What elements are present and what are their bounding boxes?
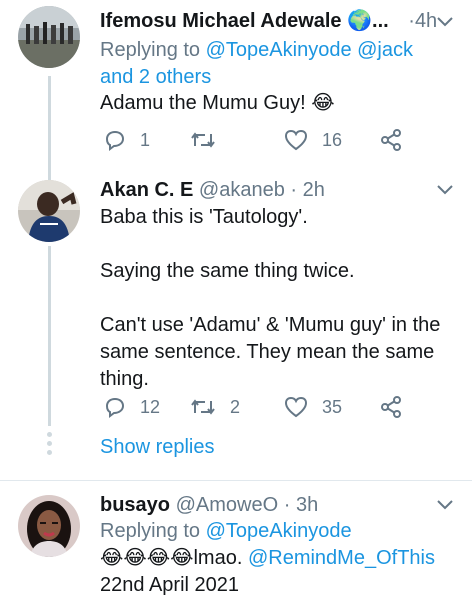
like-button[interactable]: 35 <box>284 394 342 420</box>
reply-button[interactable]: 1 <box>104 127 150 153</box>
tweet-1[interactable]: Ifemosu Michael Adewale 🌍... ·4h Replyin… <box>0 0 472 166</box>
tweet-line: 22nd April 2021 <box>100 574 240 596</box>
like-button[interactable]: 16 <box>284 127 342 153</box>
tweet-text-plain: lmao. <box>193 547 248 569</box>
display-name[interactable]: Akan C. E <box>100 179 193 201</box>
timestamp[interactable]: 3h <box>296 494 318 516</box>
reply-icon <box>105 397 125 418</box>
mention-link[interactable]: @RemindMe_OfThis <box>248 547 435 569</box>
show-replies-link[interactable]: Show replies <box>100 436 215 459</box>
share-button[interactable] <box>380 127 402 153</box>
tweet-actions: 1 16 <box>100 127 430 153</box>
separator-dot: · <box>408 10 415 32</box>
avatar[interactable] <box>18 180 80 242</box>
tweet-header: Ifemosu Michael Adewale 🌍... ·4h <box>100 9 454 33</box>
avatar[interactable] <box>18 6 80 68</box>
display-name[interactable]: Ifemosu Michael Adewale <box>100 10 342 32</box>
retweet-icon <box>191 399 215 415</box>
share-button[interactable] <box>380 394 402 420</box>
thread-line <box>48 166 51 180</box>
share-icon <box>381 396 401 418</box>
user-handle[interactable]: @AmoweO <box>176 494 279 516</box>
tweet-3[interactable]: busayo @AmoweO · 3h Replying to @TopeAki… <box>0 481 472 603</box>
like-count: 35 <box>322 396 343 417</box>
thread-line <box>48 76 51 166</box>
tweet-line: thing. <box>100 368 149 390</box>
retweet-icon <box>191 132 215 148</box>
tweet-text: Adamu the Mumu Guy! 😂 <box>100 92 335 114</box>
tweet-text: Baba this is 'Tautology'. Saying the sam… <box>100 204 448 393</box>
replying-to: Replying to @TopeAkinyode @jack and 2 ot… <box>100 39 413 88</box>
separator-dot: · <box>290 179 298 201</box>
reply-count: 12 <box>140 396 161 417</box>
reply-button[interactable]: 12 <box>104 394 160 420</box>
tweet-line: same sentence. They mean the same <box>100 341 435 363</box>
timestamp[interactable]: 2h <box>303 179 325 201</box>
retweet-button[interactable]: 2 <box>190 394 240 420</box>
like-icon <box>284 129 308 151</box>
share-icon <box>381 129 401 151</box>
user-handle[interactable]: @akaneb <box>199 179 285 201</box>
like-count: 16 <box>322 129 343 150</box>
tweet-line: Can't use 'Adamu' & 'Mumu guy' in the <box>100 314 441 336</box>
display-name-suffix: 🌍... <box>341 10 389 32</box>
chevron-down-icon[interactable] <box>436 499 454 511</box>
retweet-count: 2 <box>230 396 241 417</box>
like-icon <box>284 396 308 418</box>
chevron-down-icon[interactable] <box>436 184 454 196</box>
replying-to: Replying to @TopeAkinyode <box>100 520 352 542</box>
tweet-text: 😂😂😂😂lmao. @RemindMe_OfThis 22nd April 20… <box>100 545 448 599</box>
tweet-header: Akan C. E @akaneb · 2h <box>100 178 454 202</box>
emoji-text: 😂😂😂😂 <box>100 547 194 569</box>
reply-targets-link[interactable]: @TopeAkinyode <box>206 520 352 542</box>
tweet-line: Baba this is 'Tautology'. <box>100 206 308 228</box>
separator-dot: · <box>283 494 291 516</box>
thread-dots <box>47 432 52 459</box>
tweet-2[interactable]: Akan C. E @akaneb · 2h Baba this is 'Tau… <box>0 166 472 483</box>
thread-line <box>48 246 51 426</box>
reply-count: 1 <box>140 129 151 150</box>
tweet-header: busayo @AmoweO · 3h <box>100 493 454 517</box>
timestamp[interactable]: 4h <box>415 10 437 32</box>
retweet-button[interactable] <box>190 127 230 153</box>
reply-icon <box>105 130 125 151</box>
avatar[interactable] <box>18 495 80 557</box>
chevron-down-icon[interactable] <box>436 16 454 28</box>
display-name[interactable]: busayo <box>100 494 170 516</box>
tweet-line: Saying the same thing twice. <box>100 260 355 282</box>
tweet-actions: 12 2 35 <box>100 394 430 420</box>
